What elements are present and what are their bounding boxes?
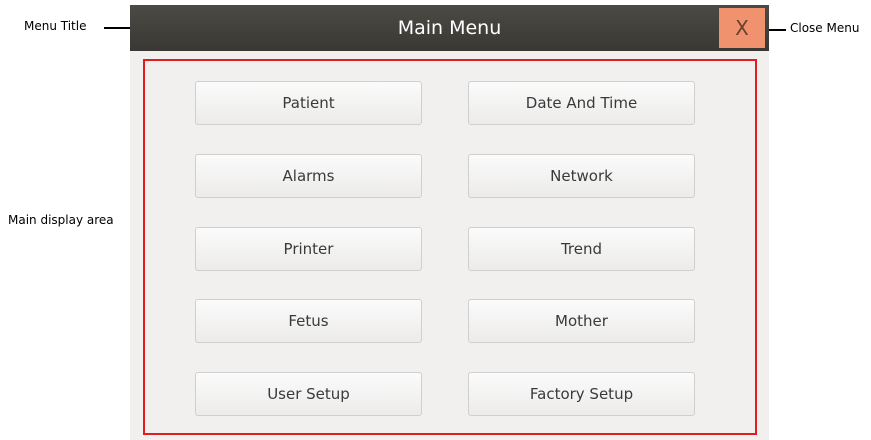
alarms-button[interactable]: Alarms: [195, 154, 422, 198]
fetus-button[interactable]: Fetus: [195, 299, 422, 343]
printer-button[interactable]: Printer: [195, 227, 422, 271]
annotation-main-display-area: Main display area: [8, 213, 114, 227]
menu-title: Main Menu: [397, 17, 502, 39]
close-menu-button[interactable]: X: [719, 8, 765, 48]
mother-button[interactable]: Mother: [468, 299, 695, 343]
annotation-menu-title: Menu Title: [24, 19, 87, 33]
date-and-time-button[interactable]: Date And Time: [468, 81, 695, 125]
menu-title-bar: Main Menu X: [130, 5, 769, 51]
network-button[interactable]: Network: [468, 154, 695, 198]
user-setup-button[interactable]: User Setup: [195, 372, 422, 416]
main-display-area: Patient Date And Time Alarms Network Pri…: [143, 59, 757, 435]
main-menu-window: Main Menu X Patient Date And Time Alarms…: [130, 5, 769, 440]
factory-setup-button[interactable]: Factory Setup: [468, 372, 695, 416]
patient-button[interactable]: Patient: [195, 81, 422, 125]
annotation-close-menu: Close Menu: [790, 21, 860, 35]
trend-button[interactable]: Trend: [468, 227, 695, 271]
